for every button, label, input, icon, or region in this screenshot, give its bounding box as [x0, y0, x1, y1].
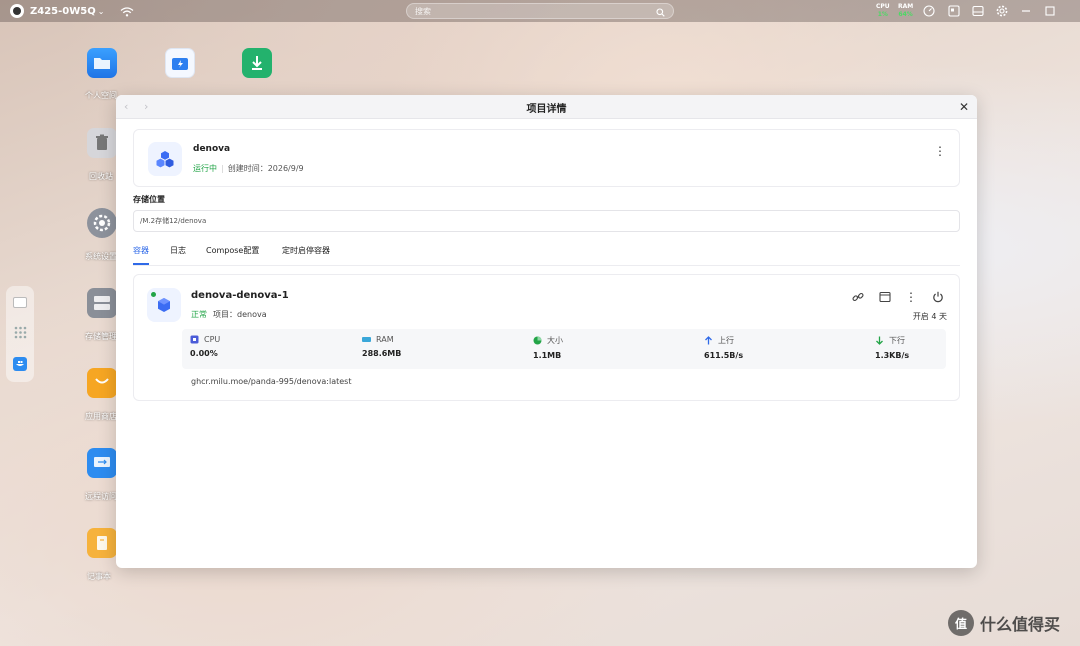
ram-value: 64% [898, 11, 913, 18]
desktop-label-settings: 系统设置 [85, 252, 117, 261]
docker-icon[interactable] [12, 356, 28, 372]
container-status-dot [151, 292, 156, 297]
power-icon[interactable] [931, 290, 945, 304]
container-image: ghcr.milu.moe/panda-995/denova:latest [191, 377, 352, 386]
remote-icon[interactable] [87, 448, 117, 478]
container-stats: CPU 0.00% RAM 288.6MB 大小 1.1MB 上行 611.5B… [182, 329, 946, 369]
container-status: 正常 [191, 310, 207, 319]
arrow-down-icon [875, 336, 884, 345]
ram-label: RAM [898, 3, 914, 10]
search-input[interactable] [415, 6, 656, 16]
dialog-title: 项目详情 [526, 104, 567, 115]
close-icon[interactable]: ✕ [959, 100, 969, 114]
storage-location-label: 存储位置 [133, 195, 165, 204]
download-icon[interactable] [242, 48, 272, 78]
watermark-text: 什么值得买 [980, 615, 1061, 634]
project-summary-card: denova 运行中 | 创建时间：2026/9/9 ⋮ [133, 129, 960, 187]
link-icon[interactable] [851, 290, 865, 304]
container-project: 项目：denova [213, 310, 267, 319]
desktop-label-store: 应用商店 [85, 412, 117, 421]
stat-cpu-value: 0.00% [190, 349, 218, 358]
settings-icon[interactable] [995, 4, 1009, 18]
tab-logs[interactable]: 日志 [170, 245, 186, 265]
container-name: denova-denova-1 [191, 290, 289, 301]
cubes-icon [148, 142, 182, 176]
project-detail-dialog: ‹ › 项目详情 ✕ denova 运行中 | 创建时间：2026/9/9 ⋮ 存储… [116, 95, 977, 568]
detail-tabs: 容器 日志 Compose配置 定时启停容器 [133, 245, 960, 266]
tab-compose-config[interactable]: Compose配置 [206, 245, 259, 265]
ram-icon [362, 335, 371, 344]
notification-icon[interactable] [971, 4, 985, 18]
desktop-label-notes: 记事本 [87, 572, 111, 581]
stat-size-label: 大小 [547, 336, 563, 345]
speedometer-icon[interactable] [922, 4, 936, 18]
container-more-icon[interactable]: ⋮ [904, 290, 918, 304]
stat-ram-label: RAM [376, 335, 394, 344]
storage-path-field[interactable] [133, 210, 960, 232]
minimize-icon[interactable] [1019, 4, 1033, 18]
app-grid-icon[interactable] [12, 324, 28, 340]
tab-scheduled-start-stop[interactable]: 定时启停容器 [282, 245, 330, 265]
stat-upload-value: 611.5B/s [704, 351, 744, 360]
stat-upload: 上行 611.5B/s [704, 335, 743, 360]
stat-download: 下行 1.3KB/s [875, 335, 909, 360]
stat-upload-label: 上行 [718, 336, 734, 345]
stat-size-value: 1.1MB [533, 351, 562, 360]
desktop-label-personal: 个人空间 [85, 91, 117, 100]
stat-cpu: CPU 0.00% [190, 335, 220, 358]
top-bar: Z425-0W5Q ⌄ CPU 1% RAM 64% [0, 0, 1080, 22]
ram-usage[interactable]: RAM 64% [898, 3, 913, 19]
desktop-label-storage: 存储管理 [85, 332, 117, 341]
desktop-label-remote: 远程访问 [85, 492, 117, 501]
window-icon[interactable] [1043, 4, 1057, 18]
cpu-value: 1% [877, 11, 888, 18]
project-meta: 运行中 | 创建时间：2026/9/9 [193, 163, 304, 174]
cpu-icon [190, 335, 199, 344]
stat-size: 大小 1.1MB [533, 335, 563, 360]
cpu-usage[interactable]: CPU 1% [876, 3, 890, 19]
meta-divider: | [221, 164, 224, 173]
dialog-header: ‹ › 项目详情 ✕ [116, 95, 977, 119]
cpu-label: CPU [876, 3, 890, 10]
device-name[interactable]: Z425-0W5Q [30, 6, 96, 17]
trash-icon[interactable] [87, 128, 117, 158]
pie-icon [533, 336, 542, 345]
desktop-view-icon[interactable] [12, 294, 28, 310]
watermark: 值 什么值得买 [948, 610, 1060, 636]
container-meta: 正常 项目：denova [191, 309, 267, 320]
project-more-icon[interactable]: ⋮ [934, 145, 946, 157]
store-icon[interactable] [87, 368, 117, 398]
panel-icon[interactable] [947, 4, 961, 18]
storage-icon[interactable] [87, 288, 117, 318]
stat-cpu-label: CPU [204, 335, 221, 344]
project-name: denova [193, 144, 231, 154]
project-created-time: 创建时间：2026/9/9 [227, 164, 304, 173]
chevron-down-icon[interactable]: ⌄ [98, 7, 105, 16]
stat-download-value: 1.3KB/s [875, 351, 910, 360]
arrow-up-icon [704, 336, 713, 345]
stat-download-label: 下行 [889, 336, 905, 345]
search-icon[interactable] [656, 2, 665, 21]
wifi-icon[interactable] [120, 2, 134, 21]
tab-containers[interactable]: 容器 [133, 245, 149, 265]
note-icon[interactable] [87, 528, 117, 558]
folder-icon[interactable] [87, 48, 117, 78]
terminal-icon[interactable] [878, 290, 892, 304]
gear-icon[interactable] [87, 208, 117, 238]
stat-ram: RAM 288.6MB [362, 335, 401, 358]
container-card[interactable]: denova-denova-1 正常 项目：denova ⋮ 开启 4 天 CPU [133, 274, 960, 401]
left-dock [6, 286, 34, 382]
project-status: 运行中 [193, 164, 217, 173]
watermark-logo: 值 [948, 610, 974, 636]
quick-transfer-icon[interactable] [165, 48, 195, 78]
desktop-label-trash: 回收站 [89, 172, 113, 181]
container-uptime: 开启 4 天 [912, 312, 947, 321]
system-logo-icon[interactable] [10, 4, 24, 18]
stat-ram-value: 288.6MB [362, 349, 402, 358]
global-search[interactable] [406, 3, 674, 19]
